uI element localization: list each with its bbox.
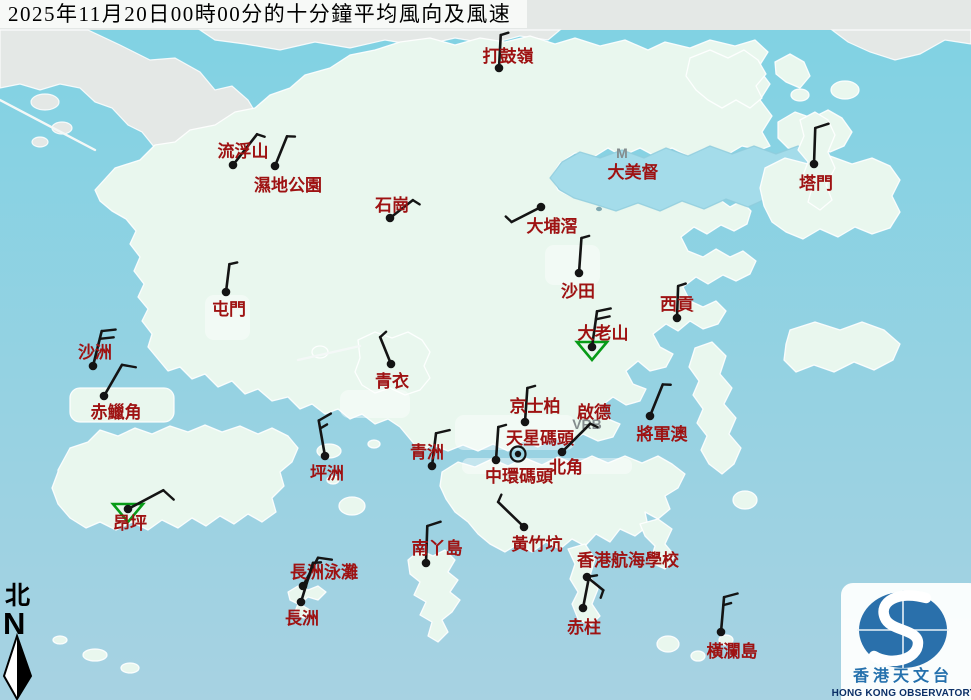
station-dot: [717, 628, 726, 637]
station-label: 沙田: [561, 282, 595, 301]
wind-barb-tick: [102, 330, 116, 331]
map-title: 2025年11月20日00時00分的十分鐘平均風向及風速: [0, 0, 527, 28]
station-status-label: M: [616, 145, 628, 161]
hko-logo: 香港天文台 HONG KONG OBSERVATORY: [832, 583, 971, 700]
station-label: 沙洲: [78, 343, 112, 362]
station-label: 天星碼頭: [506, 429, 575, 448]
logo-name-zh: 香港天文台: [852, 666, 953, 685]
station-label: 將軍澳: [637, 424, 689, 444]
grass-island: [831, 81, 859, 99]
station-label: 大埔滘: [527, 216, 578, 236]
wind-map: 打鼓嶺流浮山濕地公園石崗M大美督大埔滘沙田塔門西貢屯門沙洲赤鱲角大老山京士柏VR…: [0, 0, 971, 700]
station-label: 中環碼頭: [485, 466, 554, 486]
kau-yi-chau: [368, 440, 380, 448]
soko-island-1: [83, 649, 107, 661]
wind-barb-tick: [589, 575, 597, 576]
station-label: 南丫島: [412, 538, 463, 558]
station-dot: [537, 203, 546, 212]
station-dot: [387, 360, 396, 369]
station-dot: [89, 362, 98, 371]
station-label: 北角: [549, 457, 583, 477]
station-dot: [321, 452, 330, 461]
station-dot: [422, 559, 431, 568]
station-label: 打鼓嶺: [483, 46, 534, 66]
high-island: [784, 322, 900, 372]
station-label: 濕地公園: [254, 175, 322, 195]
station-label: 長洲泳灘: [290, 562, 358, 582]
station-dot: [810, 160, 819, 169]
station-dot: [428, 462, 437, 471]
station-dot: [271, 162, 280, 171]
station-label: 長洲: [285, 609, 319, 628]
station-label: 青洲: [410, 442, 444, 462]
station-dot: [297, 598, 306, 607]
station-label: 赤柱: [567, 617, 601, 637]
station-label: 大老山: [578, 323, 629, 343]
lantau-island: [52, 425, 298, 530]
station-dot: [521, 418, 530, 427]
tung-lung-chau: [733, 491, 757, 509]
station-label: 香港航海學校: [577, 550, 680, 570]
wind-barb-shaft: [814, 128, 815, 164]
station-dot: [100, 392, 109, 401]
station-label: 石崗: [374, 196, 409, 215]
station-dot: [673, 314, 682, 323]
po-toi-island: [657, 636, 679, 652]
station-dot: [229, 161, 238, 170]
station-dot: [492, 456, 501, 465]
station-label: 流浮山: [218, 141, 269, 161]
station-dot: [222, 288, 231, 297]
station-label: 塔門: [799, 173, 833, 193]
station-dot: [558, 448, 567, 457]
station-label: 昂坪: [113, 514, 147, 533]
station-label: 京士柏: [510, 396, 561, 416]
station-label: 坪洲: [310, 464, 344, 483]
station-dot: [520, 523, 529, 532]
station-label: 屯門: [212, 299, 246, 319]
wind-barb-tick: [100, 337, 114, 338]
centre-island: [596, 207, 602, 211]
station-label: 大美督: [608, 162, 659, 182]
station-dot: [646, 412, 655, 421]
soko-island-3: [53, 636, 67, 644]
hei-ling-chau: [339, 497, 365, 515]
compass-north-en: N: [3, 606, 25, 641]
station-label: 橫瀾島: [707, 641, 758, 661]
logo-name-en: HONG KONG OBSERVATORY: [832, 688, 971, 699]
station-dot: [579, 604, 588, 613]
station-label: 啟德: [577, 402, 611, 422]
station-label: 西貢: [660, 295, 694, 314]
station-dot: [124, 505, 133, 514]
station-label: 赤鱲角: [91, 402, 142, 422]
station-label: 黃竹坑: [511, 534, 563, 554]
station-dot: [588, 343, 597, 352]
calm-dot-icon: [515, 451, 521, 457]
station-label: 青衣: [375, 371, 409, 391]
station-dot: [575, 269, 584, 278]
beaufort-island: [691, 651, 705, 661]
map-canvas: 打鼓嶺流浮山濕地公園石崗M大美督大埔滘沙田塔門西貢屯門沙洲赤鱲角大老山京士柏VR…: [0, 0, 971, 700]
soko-island-2: [121, 663, 139, 673]
small-island-ne: [791, 89, 809, 101]
